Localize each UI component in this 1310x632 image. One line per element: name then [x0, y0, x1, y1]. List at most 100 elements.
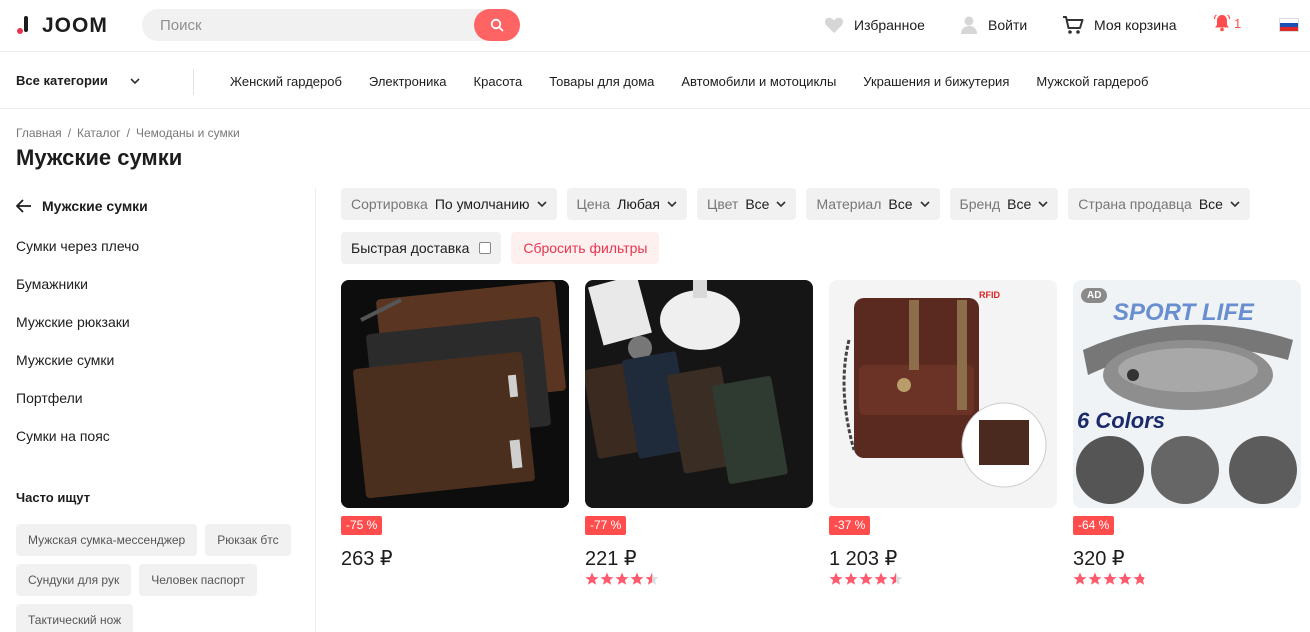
chevron-down-icon — [776, 201, 787, 207]
favorites-label: Избранное — [854, 17, 925, 33]
breadcrumb-catalog[interactable]: Каталог — [77, 126, 121, 140]
user-icon — [960, 15, 978, 35]
header: JOOM Избранное Войти Моя корзина 1 — [0, 0, 1310, 52]
star-icon — [859, 572, 873, 591]
search-button[interactable] — [474, 9, 520, 41]
rfid-label: RFID — [979, 290, 1000, 300]
product-image[interactable] — [341, 280, 569, 508]
search-chip[interactable]: Человек паспорт — [139, 564, 258, 596]
notifications-button[interactable]: 1 — [1213, 14, 1241, 32]
subcategory-list: Сумки через плечо Бумажники Мужские рюкз… — [16, 237, 139, 465]
star-icon — [585, 572, 599, 591]
all-categories-label: Все категории — [16, 73, 108, 88]
product-price: 263 ₽ — [341, 548, 393, 570]
filter-material[interactable]: Материал Все — [806, 188, 940, 220]
filter-value: Все — [1198, 196, 1223, 212]
chevron-down-icon — [1230, 201, 1240, 207]
favorites-link[interactable]: Избранное — [824, 14, 925, 36]
login-link[interactable]: Войти — [960, 14, 1027, 36]
subcategory-item[interactable]: Бумажники — [16, 275, 139, 313]
search-input[interactable] — [142, 9, 472, 41]
russian-flag-icon[interactable] — [1279, 18, 1299, 32]
arrow-left-icon — [16, 199, 31, 213]
breadcrumb: Главная / Каталог / Чемоданы и сумки — [16, 126, 240, 140]
logo-mark-icon — [16, 14, 34, 38]
product-price: 320 ₽ — [1073, 548, 1125, 570]
product-image[interactable]: RFID — [829, 280, 1057, 508]
subcategory-item[interactable]: Портфели — [16, 389, 139, 427]
filter-value: По умолчанию — [434, 196, 530, 212]
image-text-colors: 6 Colors — [1077, 408, 1165, 433]
product-image[interactable]: SPORT LIFE 6 Colors AD — [1073, 280, 1301, 508]
category-link[interactable]: Красота — [474, 74, 523, 89]
chevron-down-icon — [919, 201, 930, 207]
star-icon — [600, 572, 614, 591]
star-icon — [874, 572, 888, 591]
product-card[interactable]: SPORT LIFE 6 Colors AD -64 % 320 ₽ — [1073, 280, 1301, 585]
filter-value: Все — [745, 196, 770, 212]
category-link[interactable]: Автомобили и мотоциклы — [681, 74, 836, 89]
filter-brand[interactable]: Бренд Все — [949, 188, 1059, 220]
search-icon — [490, 18, 504, 32]
star-icon — [1088, 572, 1102, 591]
frequent-searches: Мужская сумка-мессенджер Рюкзак бтс Сунд… — [16, 524, 306, 632]
category-link[interactable]: Электроника — [369, 74, 447, 89]
discount-badge: -64 % — [1073, 516, 1115, 535]
product-price: 1 203 ₽ — [829, 548, 898, 570]
all-categories-dropdown[interactable]: Все категории — [16, 73, 140, 88]
star-icon — [1133, 572, 1147, 591]
subcategory-item[interactable]: Сумки через плечо — [16, 237, 139, 275]
search-chip[interactable]: Мужская сумка-мессенджер — [16, 524, 198, 556]
category-link[interactable]: Мужской гардероб — [1036, 74, 1148, 89]
filter-label: Материал — [816, 196, 882, 212]
filter-color[interactable]: Цвет Все — [696, 188, 797, 220]
logo[interactable]: JOOM — [16, 14, 108, 38]
search-bar — [142, 9, 520, 41]
filter-label: Цена — [576, 196, 611, 212]
discount-badge: -37 % — [829, 516, 871, 535]
cart-link[interactable]: Моя корзина — [1062, 14, 1177, 36]
category-link[interactable]: Товары для дома — [549, 74, 654, 89]
image-text-sport-life: SPORT LIFE — [1113, 299, 1255, 326]
star-icon — [615, 572, 629, 591]
subcategory-item[interactable]: Мужские рюкзаки — [16, 313, 139, 351]
category-links: Женский гардероб Электроника Красота Тов… — [230, 74, 1148, 89]
breadcrumb-bags[interactable]: Чемоданы и сумки — [136, 126, 240, 140]
search-chip[interactable]: Тактический нож — [16, 604, 134, 632]
rating-stars — [1073, 572, 1147, 591]
filter-price[interactable]: Цена Любая — [566, 188, 687, 220]
product-card[interactable]: RFID -37 % 1 203 ₽ — [829, 280, 1057, 585]
subcategory-item[interactable]: Сумки на пояс — [16, 427, 139, 465]
product-card[interactable]: -77 % 221 ₽ — [585, 280, 813, 585]
star-icon — [1118, 572, 1132, 591]
logo-text: JOOM — [42, 14, 108, 37]
rating-stars — [829, 572, 903, 591]
category-link[interactable]: Женский гардероб — [230, 74, 342, 89]
filter-value: Любая — [617, 196, 660, 212]
chevron-down-icon — [667, 201, 677, 207]
fast-delivery-checkbox[interactable] — [479, 242, 492, 254]
discount-badge: -75 % — [341, 516, 383, 535]
search-chip[interactable]: Рюкзак бтс — [205, 524, 291, 556]
fast-delivery-toggle[interactable]: Быстрая доставка — [341, 232, 502, 264]
breadcrumb-separator: / — [67, 126, 72, 140]
back-link[interactable]: Мужские сумки — [16, 198, 148, 214]
search-chip[interactable]: Сундуки для рук — [16, 564, 132, 596]
subcategory-item[interactable]: Мужские сумки — [16, 351, 139, 389]
filter-bar: Сортировка По умолчанию Цена Любая Цвет … — [341, 188, 1250, 220]
star-icon — [1073, 572, 1087, 591]
notifications-count: 1 — [1234, 15, 1242, 31]
reset-filters-button[interactable]: Сбросить фильтры — [511, 232, 660, 264]
heart-icon — [824, 16, 844, 34]
filter-value: Все — [1007, 196, 1032, 212]
breadcrumb-separator: / — [126, 126, 130, 140]
category-link[interactable]: Украшения и бижутерия — [863, 74, 1009, 89]
cart-icon — [1062, 15, 1084, 35]
filter-sort[interactable]: Сортировка По умолчанию — [341, 188, 557, 220]
product-image[interactable] — [585, 280, 813, 508]
category-bar: Все категории Женский гардероб Электрони… — [0, 53, 1310, 109]
login-label: Войти — [988, 17, 1028, 33]
product-card[interactable]: -75 % 263 ₽ — [341, 280, 569, 570]
filter-seller-country[interactable]: Страна продавца Все — [1068, 188, 1250, 220]
breadcrumb-home[interactable]: Главная — [16, 126, 62, 140]
